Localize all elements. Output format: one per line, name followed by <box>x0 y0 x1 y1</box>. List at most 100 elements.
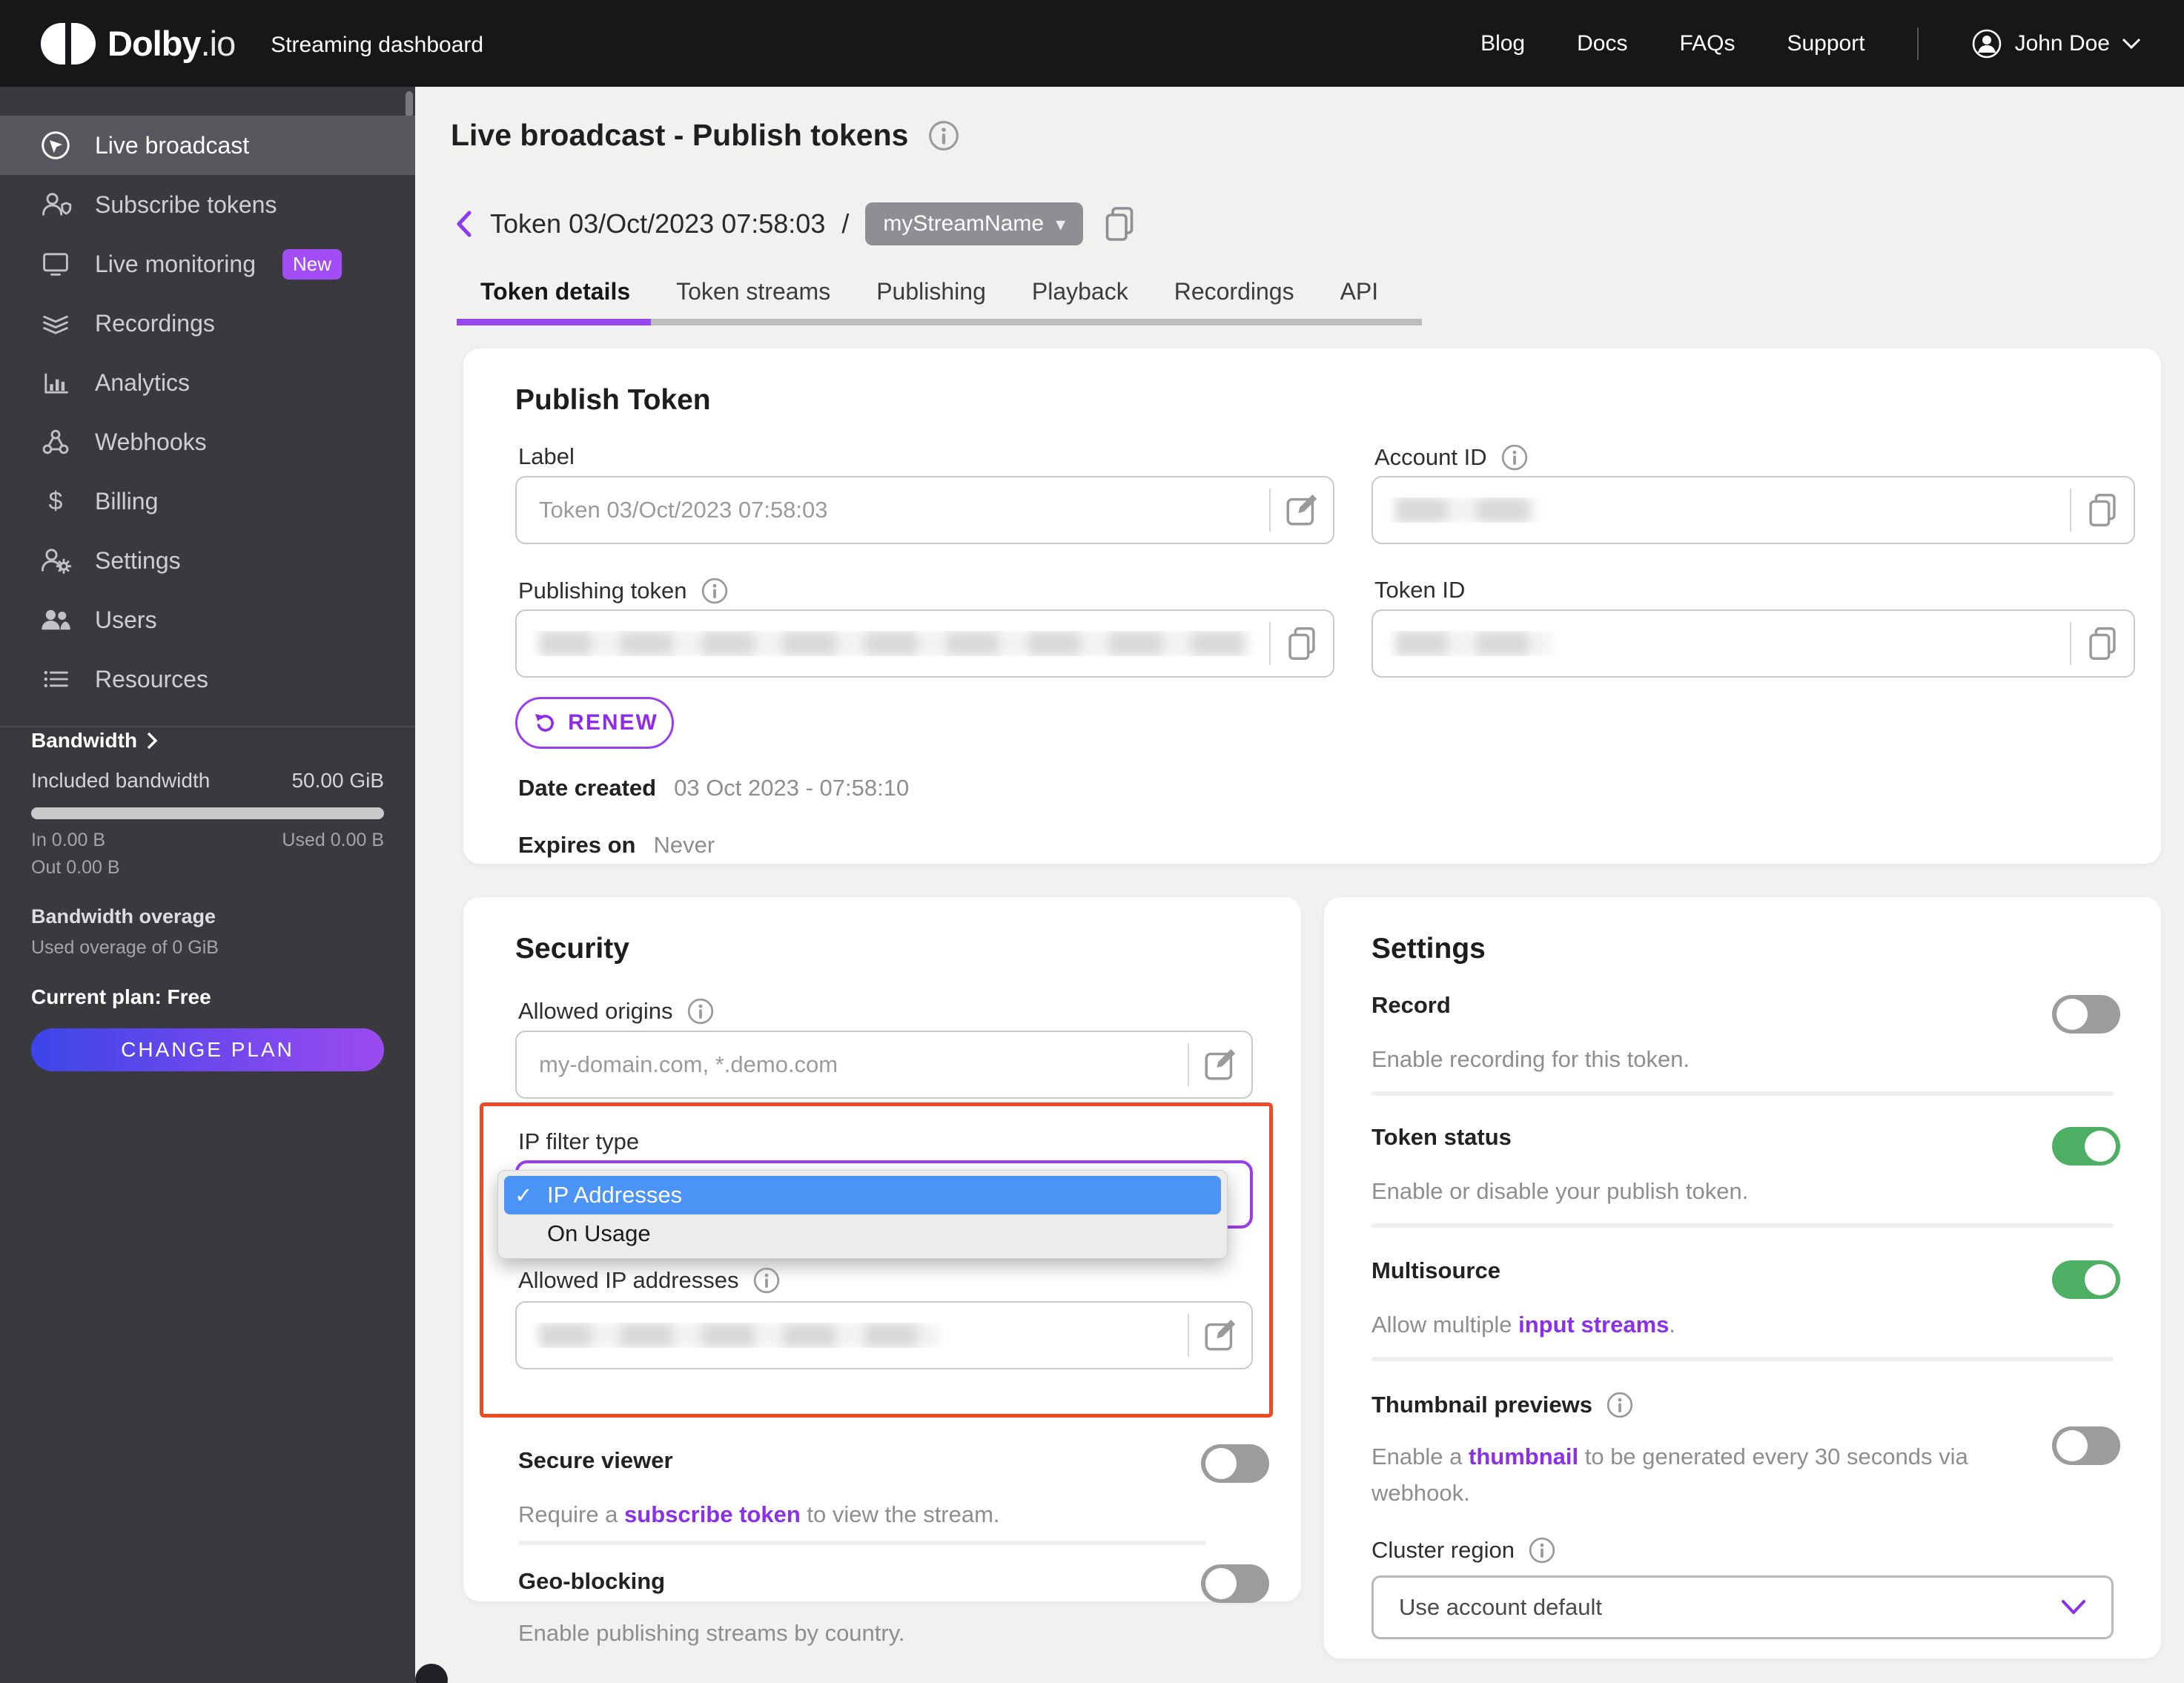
tab-recordings[interactable]: Recordings <box>1174 278 1294 305</box>
dolby-logo[interactable]: Dolby.io <box>41 22 236 65</box>
copy-stream-icon[interactable] <box>1099 204 1139 244</box>
tab-bar: Token details Token streams Publishing P… <box>480 278 1424 305</box>
sidebar-item-label: Recordings <box>95 309 215 337</box>
renew-icon <box>535 714 555 732</box>
webhooks-icon <box>39 426 73 458</box>
nav-support[interactable]: Support <box>1787 31 1864 56</box>
token-status-desc: Enable or disable your publish token. <box>1371 1178 1749 1204</box>
back-chevron-icon[interactable] <box>454 209 474 239</box>
option-on-usage[interactable]: On Usage <box>504 1214 1221 1253</box>
tab-api[interactable]: API <box>1340 278 1379 305</box>
bandwidth-used: Used 0.00 B <box>282 830 384 850</box>
settings-icon <box>39 544 73 577</box>
cluster-region-label: Cluster region <box>1371 1536 1556 1564</box>
bandwidth-progress-bar <box>31 807 384 819</box>
chevron-right-icon <box>147 732 158 750</box>
label-field[interactable]: Token 03/Oct/2023 07:58:03 <box>515 476 1334 544</box>
tab-underline-track <box>457 319 1422 325</box>
account-id-info-icon[interactable] <box>1500 443 1529 472</box>
record-label: Record <box>1371 992 1451 1018</box>
sidebar-item-resources[interactable]: Resources <box>0 649 415 709</box>
sidebar-item-label: Settings <box>95 546 181 574</box>
copy-icon[interactable] <box>1271 624 1333 663</box>
nav-faqs[interactable]: FAQs <box>1679 31 1735 56</box>
tab-token-streams[interactable]: Token streams <box>676 278 830 305</box>
sidebar-item-billing[interactable]: $ Billing <box>0 472 415 531</box>
allowed-origins-info-icon[interactable] <box>686 997 715 1025</box>
tab-token-details[interactable]: Token details <box>480 278 630 305</box>
live-monitoring-icon <box>39 248 73 280</box>
sidebar-item-settings[interactable]: Settings <box>0 531 415 590</box>
copy-icon[interactable] <box>2071 491 2134 529</box>
multisource-toggle[interactable] <box>2052 1260 2120 1299</box>
change-plan-button[interactable]: CHANGE PLAN <box>31 1028 384 1071</box>
settings-title: Settings <box>1371 933 1486 965</box>
security-card: Security Allowed origins my-domain.com, … <box>463 897 1301 1646</box>
publishing-token-field[interactable] <box>515 609 1334 678</box>
header-nav: Blog Docs FAQs Support John Doe <box>1480 27 2141 60</box>
allowed-ip-info-icon[interactable] <box>752 1266 781 1295</box>
allowed-ip-label: Allowed IP addresses <box>518 1266 781 1295</box>
secure-viewer-label: Secure viewer <box>518 1447 673 1473</box>
sidebar-scrollbar[interactable] <box>406 91 413 118</box>
geo-blocking-desc: Enable publishing streams by country. <box>518 1620 905 1646</box>
allowed-origins-field[interactable]: my-domain.com, *.demo.com <box>515 1031 1253 1099</box>
sidebar-item-users[interactable]: Users <box>0 590 415 649</box>
thumbnail-toggle[interactable] <box>2052 1426 2120 1465</box>
input-streams-link[interactable]: input streams <box>1518 1312 1669 1338</box>
subscribe-token-link[interactable]: subscribe token <box>624 1501 801 1527</box>
sidebar-item-webhooks[interactable]: Webhooks <box>0 412 415 472</box>
ip-filter-dropdown-menu: ✓ IP Addresses On Usage <box>497 1170 1228 1259</box>
brand-name: Dolby.io <box>107 24 236 63</box>
publishing-token-label: Publishing token <box>518 577 729 605</box>
sidebar-item-subscribe-tokens[interactable]: Subscribe tokens <box>0 175 415 234</box>
expires-value: Never <box>653 832 715 858</box>
edit-icon[interactable] <box>1271 491 1333 529</box>
sidebar-item-recordings[interactable]: Recordings <box>0 294 415 353</box>
analytics-icon <box>39 366 73 399</box>
secure-viewer-desc: Require a subscribe token to view the st… <box>518 1501 1000 1527</box>
publishing-token-info-icon[interactable] <box>701 577 729 605</box>
renew-button[interactable]: RENEW <box>515 697 674 749</box>
sidebar-item-label: Live monitoring <box>95 250 256 277</box>
edit-icon[interactable] <box>1189 1045 1251 1084</box>
thumbnail-info-icon[interactable] <box>1606 1391 1634 1419</box>
sidebar-item-live-monitoring[interactable]: Live monitoring New <box>0 234 415 294</box>
allowed-ip-field[interactable] <box>515 1301 1253 1369</box>
record-toggle[interactable] <box>2052 995 2120 1034</box>
security-divider <box>518 1541 1206 1545</box>
expires-label: Expires on <box>518 832 636 858</box>
bandwidth-title[interactable]: Bandwidth <box>31 729 384 753</box>
sidebar-item-label: Resources <box>95 665 208 692</box>
page-info-icon[interactable] <box>927 119 960 152</box>
cluster-region-info-icon[interactable] <box>1528 1536 1556 1564</box>
date-created-value: 03 Oct 2023 - 07:58:10 <box>674 775 910 801</box>
sidebar-item-label: Billing <box>95 487 159 515</box>
nav-docs[interactable]: Docs <box>1577 31 1627 56</box>
tab-publishing[interactable]: Publishing <box>876 278 986 305</box>
sidebar-item-label: Webhooks <box>95 428 207 455</box>
sidebar-item-label: Live broadcast <box>95 131 250 159</box>
stream-name-dropdown[interactable]: myStreamName ▾ <box>865 202 1084 245</box>
option-ip-addresses[interactable]: ✓ IP Addresses <box>504 1176 1221 1214</box>
user-menu[interactable]: John Doe <box>1970 27 2141 60</box>
thumbnail-desc: Enable a thumbnail to be generated every… <box>1371 1444 1968 1506</box>
token-id-field[interactable] <box>1371 609 2135 678</box>
thumbnail-link[interactable]: thumbnail <box>1469 1444 1578 1469</box>
security-title: Security <box>515 933 629 965</box>
sidebar-item-live-broadcast[interactable]: Live broadcast <box>0 116 415 175</box>
cluster-region-select[interactable]: Use account default <box>1371 1575 2114 1639</box>
geo-blocking-toggle[interactable] <box>1201 1564 1269 1603</box>
secure-viewer-toggle[interactable] <box>1201 1444 1269 1483</box>
token-status-toggle[interactable] <box>2052 1127 2120 1165</box>
edit-icon[interactable] <box>1189 1316 1251 1355</box>
sidebar-item-analytics[interactable]: Analytics <box>0 353 415 412</box>
page-title: Live broadcast - Publish tokens <box>451 118 909 152</box>
copy-icon[interactable] <box>2071 624 2134 663</box>
tab-playback[interactable]: Playback <box>1032 278 1128 305</box>
account-id-field[interactable] <box>1371 476 2135 544</box>
nav-blog[interactable]: Blog <box>1480 31 1525 56</box>
tab-underline-active <box>457 319 651 325</box>
sidebar-nav: Live broadcast Subscribe tokens Live mon… <box>0 116 415 709</box>
sidebar: Live broadcast Subscribe tokens Live mon… <box>0 87 415 1683</box>
